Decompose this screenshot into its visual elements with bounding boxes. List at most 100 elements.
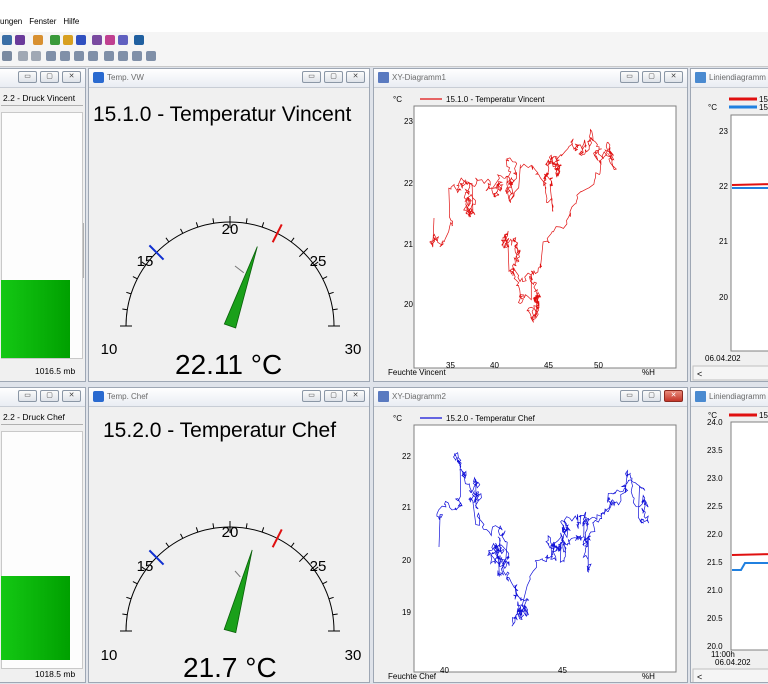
copy-icon[interactable] bbox=[2, 35, 12, 45]
window-xy-top: XY-Diagramm1 ▭ ▢ ✕ °C 15.1.0 - Temperatur … bbox=[373, 68, 688, 382]
pressure-label: 2.2 - Druck Vincent bbox=[3, 93, 76, 103]
window-title: Temp. VW bbox=[107, 73, 144, 82]
series-red bbox=[731, 553, 768, 556]
window-title: Liniendiagramm bbox=[709, 73, 766, 82]
tick-label-10: 10 bbox=[101, 341, 118, 358]
toolbar bbox=[0, 32, 768, 67]
align-center-icon[interactable] bbox=[74, 51, 84, 61]
close-button[interactable]: ✕ bbox=[346, 71, 365, 83]
save-icon[interactable] bbox=[15, 35, 25, 45]
minimize-button[interactable]: ▭ bbox=[18, 71, 37, 83]
grid-icon[interactable] bbox=[104, 51, 114, 61]
align-bottom-icon[interactable] bbox=[60, 51, 70, 61]
y-tick: 22.0 bbox=[707, 530, 723, 539]
print-icon[interactable] bbox=[105, 35, 115, 45]
line-window-icon bbox=[695, 72, 706, 83]
gauge-tick bbox=[126, 291, 132, 295]
satellite-icon[interactable] bbox=[134, 35, 144, 45]
align-right-icon[interactable] bbox=[88, 51, 98, 61]
wrench-icon[interactable] bbox=[118, 35, 128, 45]
gauge-tick bbox=[332, 613, 338, 616]
window-title: XY-Diagramm1 bbox=[392, 73, 446, 82]
x-tick: 50 bbox=[594, 361, 603, 370]
y-tick: 21 bbox=[719, 237, 728, 246]
tool-icon[interactable] bbox=[76, 35, 86, 45]
legend-label: 15.2.0 - Temperatur Chef bbox=[446, 414, 536, 423]
tick-label-10: 10 bbox=[101, 647, 118, 664]
xy-window-icon bbox=[378, 72, 389, 83]
minimize-button[interactable]: ▭ bbox=[302, 390, 321, 402]
plot-area bbox=[730, 114, 768, 352]
grid3-icon[interactable] bbox=[132, 51, 142, 61]
gauge-drag-pointer bbox=[234, 570, 241, 578]
maximize-button[interactable]: ▢ bbox=[642, 390, 661, 402]
window-line-bottom: Liniendiagramm °C 15 24.0 23.5 23.0 22.5… bbox=[690, 387, 768, 683]
horizontal-scrollbar[interactable] bbox=[692, 365, 768, 381]
gauge-needle bbox=[223, 549, 253, 634]
gauge-window-icon bbox=[93, 391, 104, 402]
gauge-dial: 20 15 25 10 30 bbox=[101, 521, 361, 664]
close-button[interactable]: ✕ bbox=[62, 390, 81, 402]
minimize-button[interactable]: ▭ bbox=[620, 71, 639, 83]
y-tick: 22 bbox=[719, 182, 728, 191]
gauge-tick bbox=[261, 222, 265, 228]
menu-fenster[interactable]: Fenster bbox=[29, 17, 56, 31]
legend-label: 15 bbox=[759, 103, 768, 112]
maximize-button[interactable]: ▢ bbox=[40, 71, 59, 83]
minimize-button[interactable]: ▭ bbox=[620, 390, 639, 402]
tick-label-25: 25 bbox=[310, 253, 327, 270]
maximize-button[interactable]: ▢ bbox=[40, 390, 59, 402]
layout-icon[interactable] bbox=[2, 51, 12, 61]
gauge-tick bbox=[261, 527, 265, 533]
y-tick: 20 bbox=[402, 556, 411, 565]
gauge-tick bbox=[122, 613, 128, 616]
align-left-icon[interactable] bbox=[46, 51, 56, 61]
xy-plot: °C 15.2.0 - Temperatur Chef 22 21 20 19 … bbox=[388, 414, 677, 681]
maximize-button[interactable]: ▢ bbox=[324, 71, 343, 83]
legend-label: 15.1.0 - Temperatur Vincent bbox=[446, 95, 545, 104]
y-tick: 23 bbox=[404, 117, 413, 126]
config-icon[interactable] bbox=[50, 35, 60, 45]
gauge-value: 21.7 °C bbox=[183, 652, 277, 683]
pressure-bar-fill bbox=[1, 280, 70, 358]
gauge-tick bbox=[180, 533, 184, 539]
minimize-button[interactable]: ▭ bbox=[302, 71, 321, 83]
maximize-button[interactable]: ▢ bbox=[324, 390, 343, 402]
close-button[interactable]: ✕ bbox=[62, 71, 81, 83]
scroll-left-button[interactable]: < bbox=[697, 672, 702, 682]
menu-einstellungen[interactable]: ungen bbox=[0, 17, 22, 31]
gauge-tick bbox=[322, 581, 328, 585]
y-unit: °C bbox=[393, 414, 402, 423]
horizontal-scrollbar[interactable] bbox=[692, 668, 768, 683]
scroll-left-button[interactable]: < bbox=[697, 369, 702, 379]
grid2-icon[interactable] bbox=[118, 51, 128, 61]
window-title: XY-Diagramm2 bbox=[392, 392, 446, 401]
line-window-icon bbox=[695, 391, 706, 402]
tick-label-25: 25 bbox=[310, 558, 327, 575]
y-unit: °C bbox=[708, 103, 717, 112]
close-button[interactable]: ✕ bbox=[346, 390, 365, 402]
close-button[interactable]: ✕ bbox=[664, 390, 683, 402]
y-tick: 24.0 bbox=[707, 418, 723, 427]
minimize-button[interactable]: ▭ bbox=[18, 390, 37, 402]
chart-icon[interactable] bbox=[92, 35, 102, 45]
gauge-heading: 15.2.0 - Temperatur Chef bbox=[103, 419, 337, 442]
percent2-icon[interactable] bbox=[31, 51, 41, 61]
maximize-button[interactable]: ▢ bbox=[642, 71, 661, 83]
x-tick: 35 bbox=[446, 361, 455, 370]
x-tick: 40 bbox=[490, 361, 499, 370]
y-tick: 23.0 bbox=[707, 474, 723, 483]
close-button[interactable]: ✕ bbox=[664, 71, 683, 83]
y-tick: 20.5 bbox=[707, 614, 723, 623]
gauge-dial: 20 15 25 10 30 bbox=[101, 216, 361, 358]
gauge-tick bbox=[245, 218, 248, 224]
grid4-icon[interactable] bbox=[146, 51, 156, 61]
gauge-limit-marker bbox=[271, 528, 283, 548]
gauge-tick bbox=[122, 308, 128, 311]
y-tick: 21.0 bbox=[707, 586, 723, 595]
shield-icon[interactable] bbox=[63, 35, 73, 45]
drop-icon[interactable] bbox=[33, 35, 43, 45]
pressure-label: 2.2 - Druck Chef bbox=[3, 412, 65, 422]
menu-hilfe[interactable]: Hilfe bbox=[63, 17, 79, 31]
percent-icon[interactable] bbox=[18, 51, 28, 61]
